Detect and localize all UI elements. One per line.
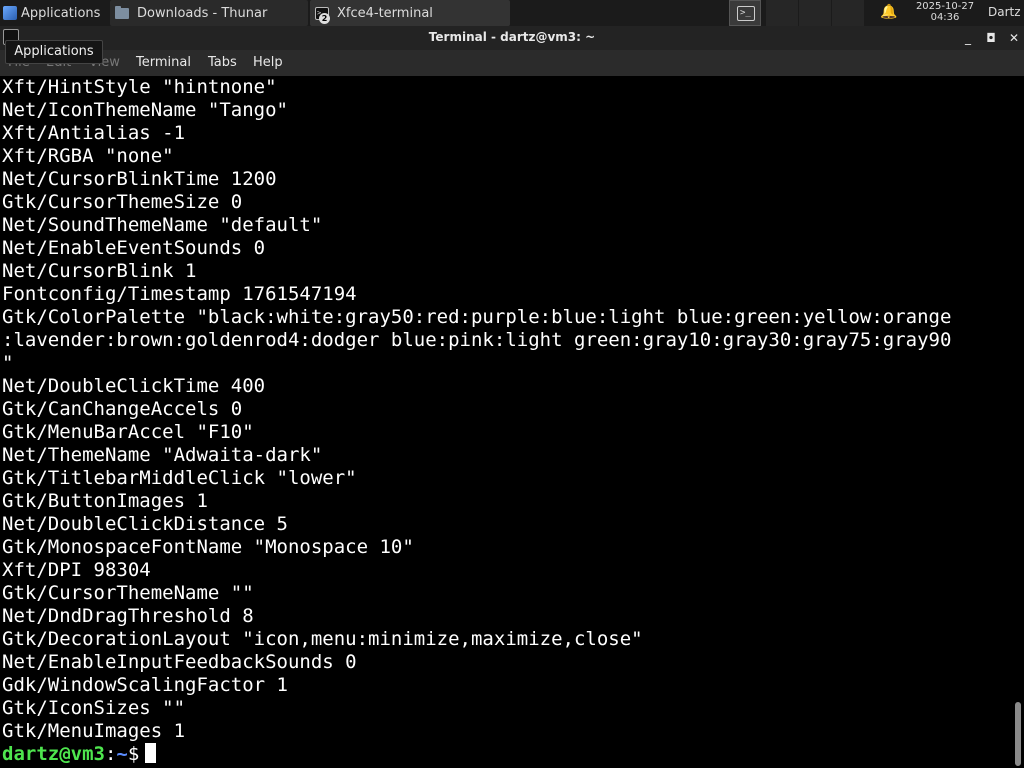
workspace-1[interactable]: >_ — [729, 0, 761, 26]
menu-help[interactable]: Help — [253, 55, 283, 70]
terminal-line: Gtk/MonospaceFontName "Monospace 10" — [2, 536, 414, 558]
maximize-button[interactable]: ◘ — [982, 29, 1000, 47]
applications-tooltip: Applications — [5, 40, 103, 64]
terminal-line: Gtk/IconSizes "" — [2, 697, 186, 719]
terminal-line: Net/IconThemeName "Tango" — [2, 99, 288, 121]
folder-icon — [115, 5, 129, 19]
terminal-line: Net/EnableInputFeedbackSounds 0 — [2, 651, 357, 673]
taskbar-item-thunar[interactable]: Downloads - Thunar — [110, 0, 308, 26]
menubar: File Edit View Terminal Tabs Help — [0, 50, 1024, 76]
terminal-line: Xft/DPI 98304 — [2, 559, 151, 581]
terminal-line: Gtk/CursorThemeSize 0 — [2, 191, 243, 213]
terminal-cursor — [145, 743, 157, 763]
taskbar-item-label: Xfce4-terminal — [337, 5, 433, 21]
terminal-scrollbar[interactable] — [1015, 702, 1021, 766]
terminal-line: " — [2, 352, 14, 374]
taskbar-item-label: Downloads - Thunar — [137, 5, 268, 21]
prompt-separator: : — [104, 743, 117, 765]
window-titlebar[interactable]: Terminal - dartz@vm3: ~ _ ◘ ✕ — [0, 26, 1024, 50]
terminal-line: Gtk/DecorationLayout "icon,menu:minimize… — [2, 628, 643, 650]
terminal-line: Net/DoubleClickDistance 5 — [2, 513, 288, 535]
terminal-icon: >_ — [737, 6, 755, 21]
top-panel: Applications Downloads - Thunar >_ Xfce4… — [0, 0, 1024, 26]
terminal-line: Net/DndDragThreshold 8 — [2, 605, 254, 627]
taskbar-item-terminal[interactable]: >_ Xfce4-terminal — [310, 0, 510, 26]
terminal-line: Gtk/MenuImages 1 — [2, 720, 186, 742]
applications-logo-icon — [3, 6, 17, 20]
terminal-line: Net/EnableEventSounds 0 — [2, 237, 266, 259]
clock-time: 04:36 — [930, 12, 960, 23]
minimize-button[interactable]: _ — [959, 29, 977, 47]
window-title: Terminal - dartz@vm3: ~ — [428, 30, 596, 44]
user-menu[interactable]: Dartz — [988, 5, 1021, 19]
terminal-line: Net/DoubleClickTime 400 — [2, 375, 266, 397]
terminal-line: Gtk/ButtonImages 1 — [2, 490, 208, 512]
terminal-line: Xft/RGBA "none" — [2, 145, 174, 167]
terminal-prompt-line[interactable]: dartz@vm3:~$ — [2, 743, 951, 766]
terminal-line: Gtk/TitlebarMiddleClick "lower" — [2, 467, 357, 489]
terminal-line: Fontconfig/Timestamp 1761547194 — [2, 283, 357, 305]
terminal-line: Gtk/MenuBarAccel "F10" — [2, 421, 254, 443]
applications-menu-button[interactable]: Applications — [0, 0, 108, 26]
terminal-line: :lavender:brown:goldenrod4:dodger blue:p… — [2, 329, 952, 351]
panel-clock[interactable]: 2025-10-27 04:36 — [906, 1, 984, 23]
terminal-line: Net/SoundThemeName "default" — [2, 214, 323, 236]
terminal-line: Gdk/WindowScalingFactor 1 — [2, 674, 288, 696]
prompt-user: dartz@vm3 — [2, 743, 105, 765]
terminal-lines: Xft/HintStyle "hintnone" Net/IconThemeNam… — [2, 76, 951, 766]
prompt-symbol: $ — [127, 743, 140, 765]
prompt-path: ~ — [116, 743, 128, 765]
notification-bell-icon[interactable]: 🔔 — [880, 4, 897, 20]
menu-tabs[interactable]: Tabs — [208, 55, 237, 70]
terminal-line: Gtk/CanChangeAccels 0 — [2, 398, 243, 420]
terminal-line: Net/ThemeName "Adwaita-dark" — [2, 444, 323, 466]
terminal-line: Gtk/CursorThemeName "" — [2, 582, 254, 604]
terminal-line: Xft/Antialias -1 — [2, 122, 186, 144]
terminal-output-area[interactable]: Xft/HintStyle "hintnone" Net/IconThemeNam… — [0, 76, 1024, 768]
workspace-3[interactable] — [799, 0, 831, 26]
clock-date: 2025-10-27 — [915, 1, 975, 12]
terminal-line: Net/CursorBlink 1 — [2, 260, 197, 282]
workspace-4[interactable] — [832, 0, 864, 26]
terminal-line: Gtk/ColorPalette "black:white:gray50:red… — [2, 306, 952, 328]
terminal-line: Net/CursorBlinkTime 1200 — [2, 168, 277, 190]
close-button[interactable]: ✕ — [1005, 29, 1023, 47]
terminal-line: Xft/HintStyle "hintnone" — [2, 76, 277, 98]
menu-terminal[interactable]: Terminal — [136, 55, 191, 70]
window-count-badge: 2 — [319, 13, 330, 24]
applications-label: Applications — [21, 5, 101, 21]
workspace-2[interactable] — [766, 0, 798, 26]
